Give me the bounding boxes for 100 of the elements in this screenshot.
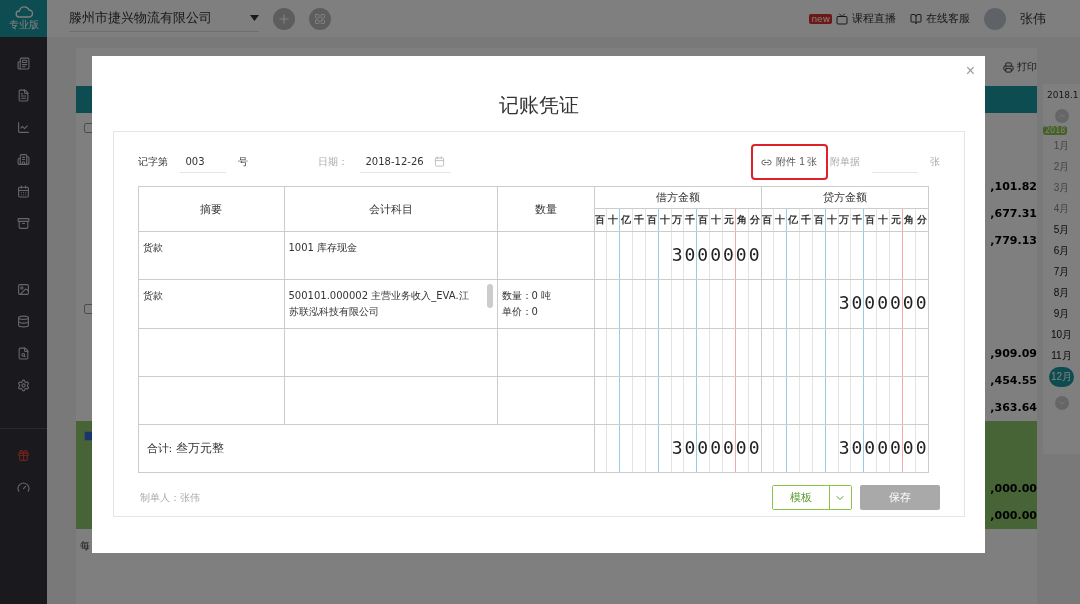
month-item[interactable]: 6月 xyxy=(1051,241,1072,261)
summary-cell[interactable] xyxy=(138,328,284,377)
unit-label: 百 xyxy=(696,209,710,231)
grid-button[interactable] xyxy=(309,7,331,30)
column-header: 借方金额 xyxy=(594,186,761,209)
unit-label: 千 xyxy=(799,209,812,231)
down-button[interactable] xyxy=(1054,396,1069,410)
quantity-text: 数量：0 吨 xyxy=(501,289,553,303)
credit-total: 3000000 xyxy=(838,437,929,458)
add-button[interactable] xyxy=(273,7,295,30)
voucher-prefix: 记字第 xyxy=(137,155,168,169)
debit-amount: 3000000 xyxy=(671,244,762,265)
unit-label: 亿 xyxy=(619,209,633,231)
voucher-suffix: 号 xyxy=(237,155,248,169)
account-cell[interactable]: 500101.000002 主营业务收入_EVA.江苏联泓科技有限公司 xyxy=(284,279,497,329)
month-item[interactable]: 5月 xyxy=(1051,220,1072,240)
unit-label: 十 xyxy=(709,209,722,231)
dialog-title: 记账凭证 xyxy=(498,92,579,119)
month-item[interactable]: 11月 xyxy=(1049,346,1074,366)
plus-icon xyxy=(277,11,291,26)
up-button[interactable] xyxy=(1054,109,1069,123)
unit-label: 分 xyxy=(747,209,761,231)
quantity-text: 单价：0 xyxy=(501,305,539,319)
credit-amount: 3000000 xyxy=(838,292,929,313)
unit-label: 百 xyxy=(644,209,658,231)
close-button[interactable]: × xyxy=(965,62,975,80)
voucher-number-field[interactable]: 003 xyxy=(179,151,226,173)
amount-text: ,101.82 xyxy=(990,179,1037,195)
column-header: 摘要 xyxy=(138,186,284,232)
summary-cell[interactable] xyxy=(138,376,284,425)
chevron-up-icon xyxy=(1056,111,1067,121)
unit-label: 百 xyxy=(863,209,877,231)
unit-label: 百 xyxy=(761,213,774,227)
unit-label: 十 xyxy=(657,209,671,231)
amount-text: ,677.31 xyxy=(990,206,1037,222)
unit-label: 百 xyxy=(594,213,607,227)
scrollbar-thumb[interactable] xyxy=(486,284,493,308)
cloud-icon xyxy=(14,5,33,18)
document-unit: 张 xyxy=(929,155,940,169)
amount-text: ,454.55 xyxy=(990,373,1037,389)
account-cell[interactable]: 1001 库存现金 xyxy=(284,231,497,280)
column-header: 数量 xyxy=(497,186,594,232)
unit-label: 百 xyxy=(811,209,825,231)
amount-text: ,000.00 xyxy=(990,508,1037,524)
avatar[interactable] xyxy=(984,7,1006,30)
template-dropdown-button[interactable] xyxy=(828,486,851,509)
company-select[interactable]: 滕州市捷兴物流有限公司 xyxy=(69,5,259,32)
total-in-words: 叁万元整 xyxy=(175,440,224,455)
tv-icon xyxy=(836,12,848,25)
month-item[interactable]: 9月 xyxy=(1051,304,1072,324)
book-icon xyxy=(910,12,922,25)
unit-label: 分 xyxy=(914,209,928,231)
printer-icon xyxy=(1003,61,1014,73)
month-item[interactable]: 8月 xyxy=(1051,283,1072,303)
unit-label: 角 xyxy=(734,209,748,231)
amount-text: ,000.00 xyxy=(990,481,1037,497)
header-link[interactable]: new 课程直播 xyxy=(809,11,896,26)
amount-text: ,363.64 xyxy=(990,400,1037,416)
column-header: 贷方金额 xyxy=(761,186,928,209)
date-field[interactable]: 2018-12-26 xyxy=(359,151,451,173)
total-label: 合计: xyxy=(146,441,173,455)
account-cell[interactable] xyxy=(284,328,497,377)
unit-label: 十 xyxy=(876,209,889,231)
unit-label: 千 xyxy=(632,209,645,231)
logo-label: 专业版 xyxy=(8,18,39,32)
print-button[interactable]: 打印 xyxy=(1003,60,1037,74)
date-label: 日期： xyxy=(317,155,348,169)
summary-cell[interactable]: 货款 xyxy=(138,279,284,329)
maker-text: 制单人：张伟 xyxy=(139,490,200,505)
period-label: 2018.1 xyxy=(1046,90,1079,100)
header-link[interactable]: 在线客服 xyxy=(910,11,970,26)
unit-label: 元 xyxy=(721,209,735,231)
year-badge: 2018 xyxy=(1043,126,1068,135)
unit-label: 元 xyxy=(888,209,902,231)
month-item[interactable]: 10月 xyxy=(1048,325,1075,345)
user-name: 张伟 xyxy=(1020,9,1046,28)
unit-label: 十 xyxy=(606,209,620,231)
column-header: 会计科目 xyxy=(284,186,497,232)
document-label: 附单据 xyxy=(829,155,860,169)
grid-icon xyxy=(314,12,326,25)
unit-label: 亿 xyxy=(786,209,800,231)
summary-cell[interactable]: 货款 xyxy=(138,231,284,280)
new-badge: new xyxy=(809,13,832,24)
debit-total: 3000000 xyxy=(671,437,762,458)
month-item[interactable]: 12月 xyxy=(1048,367,1075,387)
unit-label: 万 xyxy=(837,209,851,231)
calendar-icon xyxy=(433,156,445,167)
unit-label: 千 xyxy=(683,209,697,231)
caret-icon xyxy=(250,15,259,21)
unit-label: 角 xyxy=(901,209,915,231)
amount-text: ,909.09 xyxy=(990,346,1037,362)
unit-label: 十 xyxy=(824,209,838,231)
unit-label: 万 xyxy=(670,209,684,231)
month-item[interactable]: 7月 xyxy=(1051,262,1072,282)
unit-label: 千 xyxy=(850,209,864,231)
unit-label: 十 xyxy=(773,209,787,231)
footer-text: 每 xyxy=(79,539,91,553)
account-cell[interactable] xyxy=(284,376,497,425)
attachment-button[interactable]: 附件 1 张 xyxy=(751,144,828,180)
amount-text: ,779.13 xyxy=(990,233,1037,249)
